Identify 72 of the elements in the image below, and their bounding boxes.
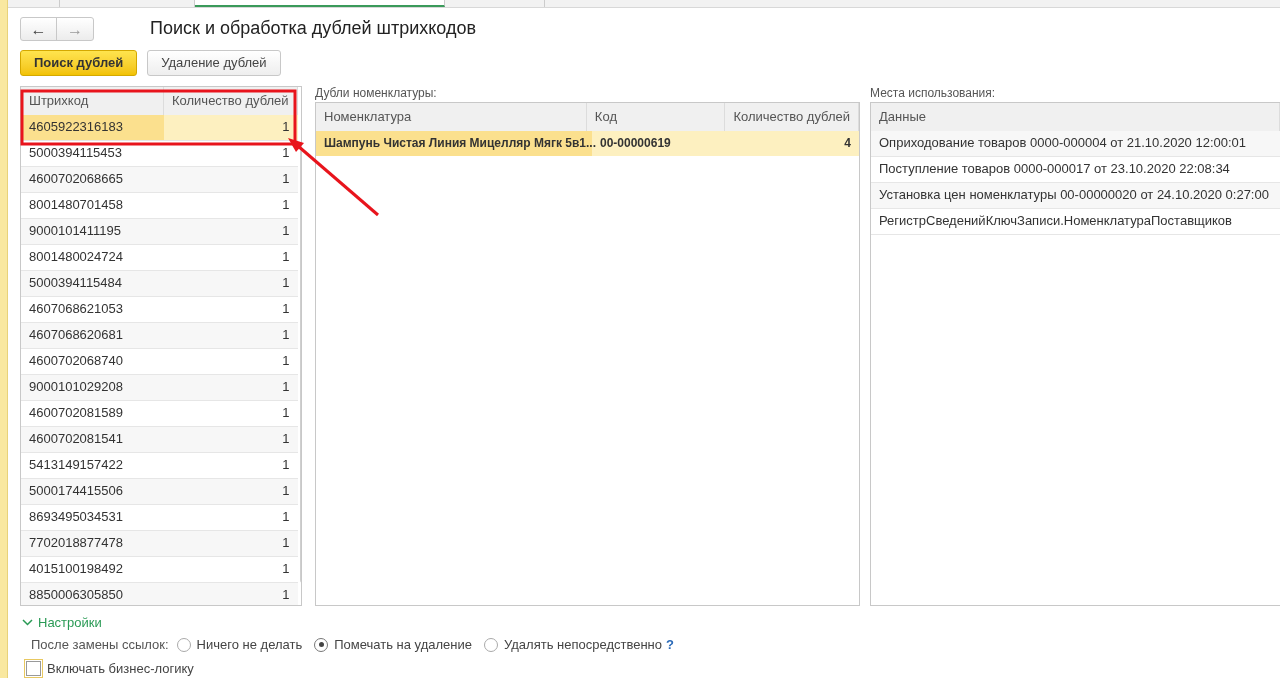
table-cell-text: 4600702081589 [28, 404, 124, 423]
radio-option[interactable]: Помечать на удаление [314, 634, 472, 655]
table-cell-text: 5413149157422 [28, 456, 124, 475]
radio-option[interactable]: Ничего не делать [176, 634, 303, 655]
table-cell-text: 1 [281, 482, 291, 501]
table-row[interactable]: 8850006305850 1 [21, 582, 298, 605]
radio-button[interactable] [176, 637, 191, 652]
table-cell-text: 1 [281, 378, 291, 397]
table-cell-text: 5000394115484 [28, 274, 124, 293]
table-cell-text: 7702018877478 [28, 534, 124, 553]
radio-button[interactable] [314, 637, 329, 652]
back-button[interactable]: ← [21, 17, 57, 40]
column-header[interactable]: Данные [871, 102, 1280, 131]
table-cell-text: 4 [843, 135, 852, 152]
table-cell-text: 1 [281, 326, 291, 345]
business-logic-checkbox[interactable]: Включать бизнес-логику [24, 658, 1280, 678]
table-cell-text: 1 [281, 534, 291, 553]
table-cell-text: 4607068620681 [28, 326, 124, 345]
radio-option[interactable]: Удалять непосредственно [484, 634, 662, 655]
table-row[interactable]: 7702018877478 1 [21, 530, 298, 557]
table-cell-text: 4600702081541 [28, 430, 124, 449]
column-header[interactable]: Номенклатура [316, 102, 587, 131]
table-row[interactable]: 5000394115484 1 [21, 270, 298, 297]
form-title: Поиск и обработка дублей штрихкодов [150, 17, 477, 40]
radio-button[interactable] [484, 637, 498, 652]
table-row[interactable]: 4600702081541 1 [21, 426, 298, 453]
table-cell-text: 9000101029208 [28, 378, 124, 397]
panel-label: Дубли номенклатуры: [315, 85, 438, 100]
table-row[interactable]: 4600702068665 1 [21, 166, 298, 193]
table-row[interactable]: Оприходование товаров 0000-000004 от 21.10.2020 12:00:01 [871, 130, 1280, 157]
table-cell-text: 1 [281, 352, 291, 371]
column-header[interactable]: Количество дублей [725, 102, 859, 131]
table-cell-text: 1 [281, 248, 291, 267]
table-cell-text: 9000101411195 [28, 222, 123, 241]
table-cell-text: 4600702068665 [28, 170, 124, 189]
table-cell-text: 1 [281, 118, 291, 137]
chevron-down-icon [22, 619, 33, 626]
table-cell-text: 1 [281, 430, 291, 449]
table-cell-text: 8693495034531 [28, 508, 124, 527]
table-cell-text: 8850006305850 [28, 586, 124, 605]
table-cell-text: 5000394115453 [28, 144, 124, 163]
table-cell-text: 1 [281, 170, 291, 189]
table-cell-text: 4015100198492 [28, 560, 124, 579]
table-cell-text: 8001480701458 [28, 196, 124, 215]
table-row[interactable]: 9000101029208 1 [21, 374, 298, 401]
column-header[interactable]: Код [586, 102, 726, 131]
table-cell-text: 1 [281, 508, 291, 527]
table-cell-text: 1 [281, 274, 291, 293]
search-duplicates-button[interactable]: Поиск дублей [20, 49, 138, 76]
table-cell-text: 1 [281, 300, 291, 319]
table-cell-text: 5000174415506 [28, 482, 124, 501]
table-cell-text: 1 [281, 144, 291, 163]
table-row[interactable]: Установка цен номенклатуры 00-00000020 от 24.10.2020 0:27:00 [871, 182, 1280, 209]
table-row[interactable]: 4605922316183 1 [21, 114, 298, 141]
table-row[interactable]: 9000101411195 1 [21, 218, 298, 245]
table-cell-text: 8001480024724 [28, 248, 124, 267]
table-cell-text: 1 [281, 404, 291, 423]
table-cell-text: 4607068621053 [28, 300, 124, 319]
help-link[interactable]: ? [666, 634, 674, 655]
table-cell-text: 1 [281, 222, 291, 241]
table-cell-text: 1 [281, 586, 291, 605]
table-row[interactable]: 5000174415506 1 [21, 478, 298, 505]
panel-label: Места использования: [870, 85, 997, 100]
table-cell-text: 4600702068740 [28, 352, 124, 371]
delete-duplicates-button[interactable]: Удаление дублей [147, 49, 281, 76]
table-row[interactable]: Шампунь Чистая Линия Мицелляр Мягк 5в1... 00-00000619 4 [316, 130, 859, 156]
table-cell-text: 1 [281, 560, 291, 579]
table-cell-text: 1 [281, 456, 291, 475]
settings-toggle[interactable]: Настройки [22, 614, 1280, 631]
field-label: После замены ссылок: [31, 635, 169, 654]
table-row[interactable]: 4607068620681 1 [21, 322, 298, 349]
table-cell-text: 1 [281, 196, 291, 215]
